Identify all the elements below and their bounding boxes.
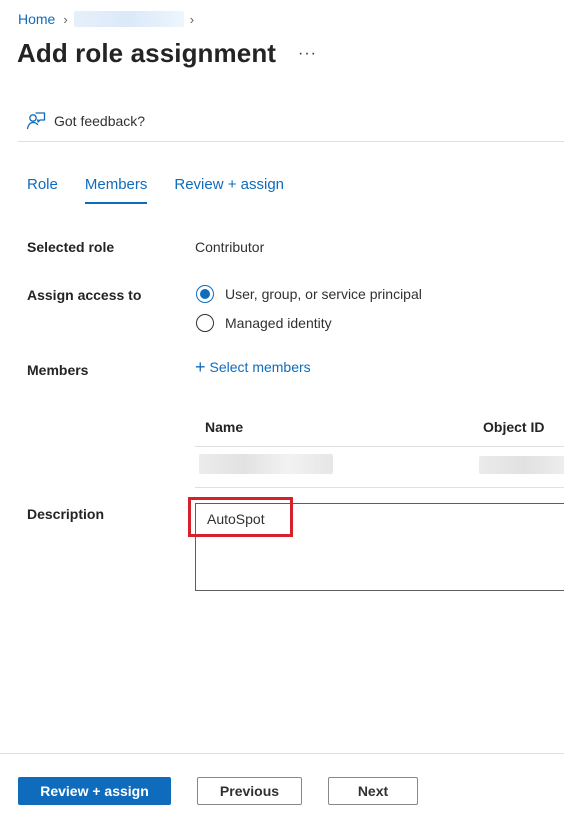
footer-divider <box>0 753 564 754</box>
previous-button[interactable]: Previous <box>197 777 302 805</box>
feedback-icon <box>26 112 46 130</box>
more-options-icon[interactable]: ··· <box>298 45 317 63</box>
description-textarea[interactable]: AutoSpot <box>195 503 564 591</box>
review-assign-button[interactable]: Review + assign <box>18 777 171 805</box>
next-button[interactable]: Next <box>328 777 418 805</box>
description-label: Description <box>27 506 105 522</box>
redacted-object-id <box>479 456 564 474</box>
select-members-label: Select members <box>209 359 311 375</box>
breadcrumb-redacted-link[interactable] <box>73 11 184 27</box>
members-table: Name Object ID <box>195 406 564 488</box>
chevron-right-icon: › <box>63 11 68 27</box>
table-row <box>195 447 564 488</box>
chevron-right-icon: › <box>189 11 195 27</box>
redacted-member-name <box>199 454 333 474</box>
feedback-label: Got feedback? <box>54 113 146 129</box>
column-header-name[interactable]: Name <box>205 419 243 435</box>
select-members-link[interactable]: + Select members <box>195 357 311 377</box>
radio-managed-identity-label: Managed identity <box>225 315 332 331</box>
page-title: Add role assignment <box>17 38 277 68</box>
selected-role-label: Selected role <box>27 239 115 255</box>
radio-checked-icon[interactable] <box>196 285 214 303</box>
breadcrumb: Home › › <box>18 9 194 29</box>
tab-review-assign[interactable]: Review + assign <box>174 176 284 201</box>
members-label: Members <box>27 362 89 378</box>
selected-role-value: Contributor <box>195 239 265 255</box>
radio-user-group-principal[interactable]: User, group, or service principal <box>196 285 422 303</box>
breadcrumb-home-link[interactable]: Home <box>18 11 55 27</box>
header-divider <box>18 141 564 142</box>
column-header-object-id[interactable]: Object ID <box>483 419 544 435</box>
radio-unchecked-icon[interactable] <box>196 314 214 332</box>
plus-icon: + <box>195 357 206 377</box>
radio-managed-identity[interactable]: Managed identity <box>196 314 332 332</box>
feedback-button[interactable]: Got feedback? <box>26 111 145 131</box>
tab-role[interactable]: Role <box>27 176 58 201</box>
tab-bar: Role Members Review + assign <box>27 176 284 204</box>
description-value: AutoSpot <box>207 511 265 527</box>
add-role-assignment-page: Home › › Add role assignment ··· Got fee… <box>0 0 564 832</box>
members-table-header: Name Object ID <box>195 406 564 447</box>
assign-access-label: Assign access to <box>27 287 142 303</box>
tab-members[interactable]: Members <box>84 176 147 204</box>
radio-user-group-principal-label: User, group, or service principal <box>225 286 422 302</box>
